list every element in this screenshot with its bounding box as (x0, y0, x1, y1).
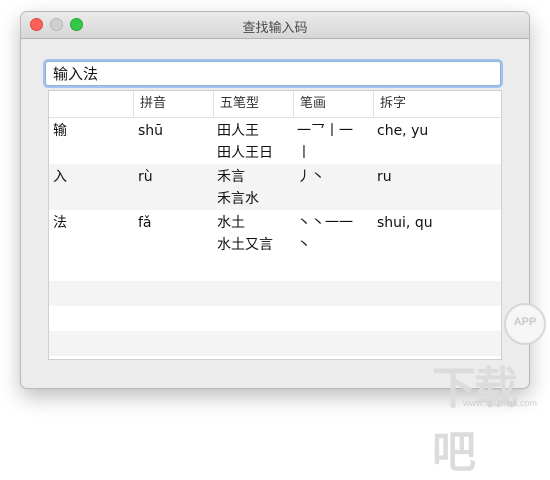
chaizi-cell: che, yu (377, 123, 429, 139)
table-row[interactable]: 法 fǎ 水土 水土又言 丶丶一一 丶 shui, qu (49, 210, 501, 256)
pinyin-cell: rù (138, 169, 153, 185)
char-cell: 入 (53, 169, 67, 185)
column-header-char[interactable] (49, 91, 133, 117)
window-title: 查找输入码 (242, 21, 308, 36)
chaizi-cell: ru (377, 169, 392, 185)
table-row[interactable]: 入 rù 禾言 禾言水 丿丶 ru (49, 164, 501, 210)
table-row[interactable]: 输 shū 田人王 田人王日 一乛丨一 丨 che, yu (49, 118, 501, 164)
column-header-chaizi[interactable]: 拆字 (373, 91, 501, 117)
table-header: 拼音 五笔型 笔画 拆字 (49, 91, 501, 118)
watermark-text: 下载吧 (432, 363, 518, 478)
empty-row (49, 306, 501, 331)
strokes-cell: 丿丶 (297, 169, 325, 185)
empty-row (49, 256, 501, 281)
empty-row (49, 281, 501, 306)
column-header-pinyin[interactable]: 拼音 (133, 91, 213, 117)
search-input[interactable] (45, 61, 501, 86)
watermark-logo-text: APP (513, 316, 537, 328)
strokes-cell: 一乛丨一 丨 (297, 123, 353, 161)
find-input-code-window: 查找输入码 拼音 五笔型 笔画 拆字 输 shū 田人王 田人王日 一乛丨一 丨… (21, 12, 529, 388)
wubi-cell: 水土 水土又言 (217, 215, 273, 253)
char-cell: 法 (53, 215, 67, 231)
wubi-cell: 田人王 田人王日 (217, 123, 273, 161)
column-header-wubi[interactable]: 五笔型 (213, 91, 293, 117)
char-cell: 输 (53, 123, 67, 139)
watermark-url: www.xiazaiba.com (463, 398, 538, 408)
pinyin-cell: fǎ (138, 215, 152, 231)
strokes-cell: 丶丶一一 丶 (297, 215, 353, 253)
chaizi-cell: shui, qu (377, 215, 433, 231)
results-table: 拼音 五笔型 笔画 拆字 输 shū 田人王 田人王日 一乛丨一 丨 che, … (48, 90, 502, 360)
column-header-strokes[interactable]: 笔画 (293, 91, 373, 117)
watermark-logo: APP (504, 303, 546, 345)
wubi-cell: 禾言 禾言水 (217, 169, 259, 207)
pinyin-cell: shū (138, 123, 164, 139)
title-bar[interactable]: 查找输入码 (21, 12, 529, 39)
